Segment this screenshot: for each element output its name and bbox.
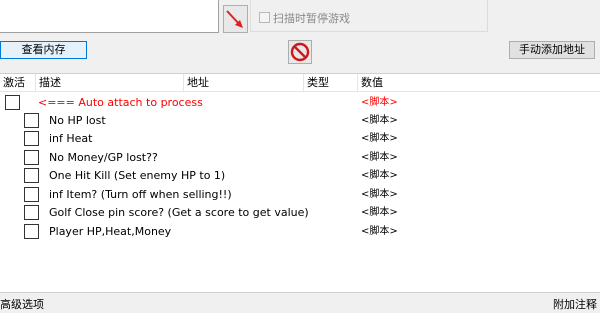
process-info-panel — [0, 0, 219, 33]
row-checkbox[interactable] — [24, 113, 39, 128]
pause-game-checkbox[interactable] — [259, 12, 270, 23]
cheat-table-list: 激活 描述 地址 类型 数值 <=== Auto attach to proce… — [0, 73, 600, 293]
row-value[interactable]: <脚本> — [361, 206, 398, 220]
table-comments-link[interactable]: 附加注释 — [553, 296, 597, 312]
row-value[interactable]: <脚本> — [361, 169, 398, 183]
row-description[interactable]: inf Heat — [49, 132, 93, 146]
no-entry-icon — [290, 42, 310, 62]
row-value[interactable]: <脚本> — [361, 114, 398, 128]
red-arrow-icon — [226, 10, 243, 28]
row-checkbox[interactable] — [24, 150, 39, 165]
row-description[interactable]: One Hit Kill (Set enemy HP to 1) — [49, 169, 225, 183]
pointer-button[interactable] — [223, 5, 248, 33]
row-description[interactable]: Golf Close pin score? (Get a score to ge… — [49, 206, 309, 220]
row-checkbox[interactable] — [24, 131, 39, 146]
row-value[interactable]: <脚本> — [361, 188, 398, 202]
row-checkbox[interactable] — [24, 224, 39, 239]
row-description[interactable]: No HP lost — [49, 114, 106, 128]
column-header-value[interactable]: 数值 — [358, 74, 600, 92]
view-memory-button[interactable]: 查看内存 — [0, 41, 87, 59]
splitter-handle[interactable] — [288, 66, 312, 76]
row-checkbox[interactable] — [24, 205, 39, 220]
clear-list-button[interactable] — [288, 40, 312, 64]
row-description[interactable]: Player HP,Heat,Money — [49, 225, 171, 239]
row-checkbox[interactable] — [24, 168, 39, 183]
row-value[interactable]: <脚本> — [361, 96, 398, 110]
column-header-type[interactable]: 类型 — [304, 74, 358, 92]
row-description[interactable]: inf Item? (Turn off when selling!!) — [49, 188, 232, 202]
row-description[interactable]: No Money/GP lost?? — [49, 151, 158, 165]
row-checkbox[interactable] — [5, 95, 20, 110]
column-header-description[interactable]: 描述 — [36, 74, 184, 92]
row-checkbox[interactable] — [24, 187, 39, 202]
row-value[interactable]: <脚本> — [361, 225, 398, 239]
row-value[interactable]: <脚本> — [361, 151, 398, 165]
manual-add-address-button[interactable]: 手动添加地址 — [509, 41, 595, 59]
column-header-active[interactable]: 激活 — [0, 74, 36, 92]
advanced-options-link[interactable]: 高级选项 — [0, 296, 44, 312]
row-value[interactable]: <脚本> — [361, 132, 398, 146]
pause-game-label: 扫描时暂停游戏 — [273, 12, 350, 25]
column-header-address[interactable]: 地址 — [184, 74, 304, 92]
row-description[interactable]: <=== Auto attach to process — [38, 96, 203, 110]
